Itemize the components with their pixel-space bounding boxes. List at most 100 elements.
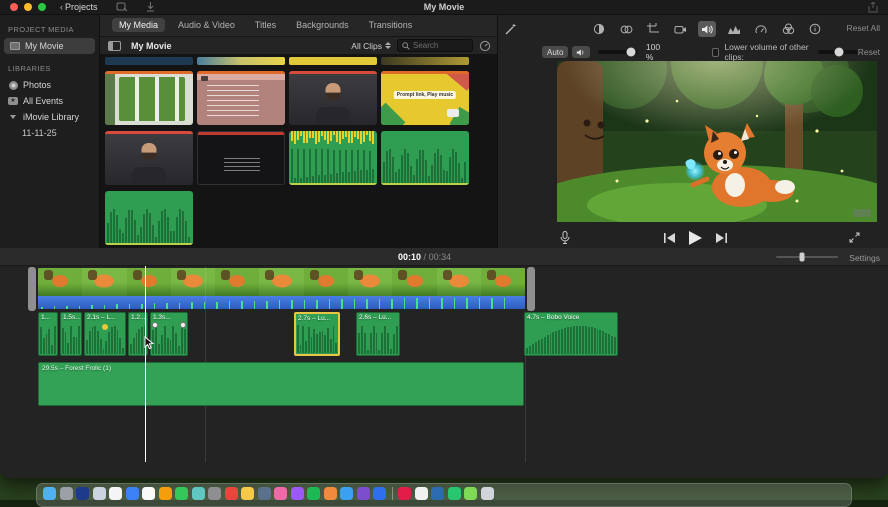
dock-icon-app-green-3[interactable] bbox=[447, 487, 461, 500]
dock-icon-app-photos[interactable] bbox=[142, 487, 155, 500]
fade-handle-left[interactable] bbox=[152, 322, 158, 328]
audio-clip-7[interactable]: 2.6s – Lu... bbox=[356, 312, 400, 356]
media-thumbnail-notes[interactable] bbox=[197, 71, 285, 125]
media-thumbnail-terminal[interactable] bbox=[197, 131, 285, 185]
tab-backgrounds[interactable]: Backgrounds bbox=[289, 18, 356, 32]
playhead[interactable] bbox=[145, 266, 146, 462]
audio-clip-1[interactable]: 1... bbox=[38, 312, 58, 356]
dock-icon-app-gray-2[interactable] bbox=[208, 487, 221, 500]
mute-button[interactable] bbox=[572, 46, 591, 58]
dock-icon-app-blue-2[interactable] bbox=[125, 487, 139, 500]
dock-icon-app-slate[interactable] bbox=[257, 487, 271, 500]
lower-volume-checkbox[interactable] bbox=[711, 47, 720, 57]
dock-icon-app-gray-1[interactable] bbox=[59, 487, 73, 500]
color-filters-icon[interactable] bbox=[779, 21, 797, 37]
dock-icon-app-purple[interactable] bbox=[290, 487, 304, 500]
timeline-settings-button[interactable]: Settings bbox=[849, 253, 880, 263]
dock-icon-app-blue-5[interactable] bbox=[431, 487, 444, 500]
dock-icon-app-calendar[interactable] bbox=[109, 487, 122, 500]
dock-icon-app-green-2[interactable] bbox=[307, 487, 320, 500]
dock-icon-app-pink[interactable] bbox=[274, 487, 287, 500]
volume-slider-knob[interactable] bbox=[626, 47, 636, 57]
enhance-wand-icon[interactable] bbox=[504, 23, 517, 36]
audio-clip-5[interactable]: 1.3s... bbox=[150, 312, 188, 356]
background-music-clip[interactable]: 29.5s – Forest Frolic (1) bbox=[38, 362, 524, 406]
dock-icon-app-light[interactable] bbox=[92, 487, 106, 500]
tab-audio-video[interactable]: Audio & Video bbox=[171, 18, 242, 32]
dock-icon-app-blue-1[interactable] bbox=[43, 487, 56, 500]
sidebar-item-all-events[interactable]: ★ All Events bbox=[0, 93, 99, 109]
volume-slider[interactable] bbox=[598, 47, 638, 57]
trim-handle-right[interactable] bbox=[527, 267, 535, 311]
search-input[interactable] bbox=[413, 41, 471, 50]
media-thumbnail-webpage[interactable] bbox=[105, 71, 193, 125]
dock-icon-app-white[interactable] bbox=[414, 487, 428, 500]
audio-clip-8[interactable]: 4.7s – Bobo Voice bbox=[524, 312, 618, 356]
media-thumbnail-slide[interactable]: Prompt link, Play music bbox=[381, 71, 469, 125]
timeline-zoom-thumb[interactable] bbox=[799, 252, 805, 262]
previous-frame-button[interactable] bbox=[664, 232, 675, 243]
media-thumbnail-partial-4[interactable] bbox=[381, 57, 469, 65]
clip-skim-button[interactable] bbox=[479, 40, 491, 52]
media-thumbnail-audio[interactable] bbox=[105, 191, 193, 245]
dock-icon-app-orange-1[interactable] bbox=[158, 487, 172, 500]
auto-volume-button[interactable]: Auto bbox=[542, 46, 569, 58]
sidebar-item-date-folder[interactable]: 11-11-25 bbox=[0, 125, 99, 141]
sidebar-item-photos[interactable]: Photos bbox=[0, 77, 99, 93]
voiceover-mic-button[interactable] bbox=[560, 231, 570, 244]
sidebar-item-my-movie[interactable]: My Movie bbox=[4, 38, 95, 54]
sidebar-toggle-icon[interactable] bbox=[108, 40, 121, 51]
video-clip-filmstrip[interactable] bbox=[38, 268, 525, 296]
fade-handle-right[interactable] bbox=[180, 322, 186, 328]
media-thumbnail-audio-hot[interactable] bbox=[289, 131, 377, 185]
media-thumbnail-person[interactable] bbox=[105, 131, 193, 185]
share-icon[interactable] bbox=[868, 2, 878, 13]
stabilization-icon[interactable] bbox=[671, 21, 689, 37]
media-thumbnail-partial-2[interactable] bbox=[197, 57, 285, 65]
next-frame-button[interactable] bbox=[716, 232, 727, 243]
tab-titles[interactable]: Titles bbox=[248, 18, 283, 32]
media-thumbnail-person[interactable] bbox=[289, 71, 377, 125]
media-thumbnail-partial-3[interactable] bbox=[289, 57, 377, 65]
play-button[interactable] bbox=[689, 230, 702, 245]
dock-icon-app-red-1[interactable] bbox=[224, 487, 238, 500]
dock-icon-app-yellow[interactable] bbox=[241, 487, 254, 500]
speed-icon[interactable] bbox=[752, 21, 770, 37]
trim-handle-left[interactable] bbox=[28, 267, 36, 311]
dock-icon-app-blue-4[interactable] bbox=[373, 487, 386, 500]
timeline-zoom-slider[interactable] bbox=[776, 252, 838, 262]
media-thumbnail-partial-1[interactable] bbox=[105, 57, 193, 65]
dock-icon-trash[interactable] bbox=[480, 487, 494, 500]
dock-icon-app-teal[interactable] bbox=[191, 487, 205, 500]
fullscreen-icon[interactable] bbox=[849, 232, 860, 243]
dock-icon-app-imovie[interactable] bbox=[356, 487, 370, 500]
dock-icon-app-red-2[interactable] bbox=[398, 487, 411, 500]
lower-volume-slider[interactable] bbox=[818, 47, 858, 57]
dock-icon-app-green-4[interactable] bbox=[464, 487, 477, 500]
noise-reduction-icon[interactable] bbox=[725, 21, 743, 37]
audio-clip-3[interactable]: 2.1s – L... bbox=[84, 312, 126, 356]
color-correction-icon[interactable] bbox=[617, 21, 635, 37]
tab-my-media[interactable]: My Media bbox=[112, 18, 166, 32]
volume-icon[interactable] bbox=[698, 21, 716, 37]
audio-clip-2[interactable]: 1.5s... bbox=[60, 312, 82, 356]
reset-all-button[interactable]: Reset All bbox=[846, 23, 880, 33]
audio-clip-6[interactable]: 2.7s – Lu... bbox=[294, 312, 340, 356]
reset-button[interactable]: Reset bbox=[858, 47, 880, 57]
color-balance-icon[interactable] bbox=[590, 21, 608, 37]
search-field[interactable] bbox=[397, 39, 473, 52]
sidebar-item-imovie-library[interactable]: iMovie Library bbox=[0, 109, 99, 125]
video-audio-waveform[interactable] bbox=[38, 296, 525, 309]
dock-icon-app-orange-2[interactable] bbox=[323, 487, 337, 500]
crop-icon[interactable] bbox=[644, 21, 662, 37]
dock-icon-app-navy[interactable] bbox=[76, 487, 89, 500]
dock-icon-app-green-1[interactable] bbox=[175, 487, 188, 500]
chevron-down-icon[interactable] bbox=[8, 112, 18, 122]
volume-keyframe-dot[interactable] bbox=[102, 324, 108, 330]
dock-icon-app-blue-3[interactable] bbox=[340, 487, 353, 500]
lower-volume-knob[interactable] bbox=[834, 47, 844, 57]
clip-filter-dropdown[interactable]: All Clips bbox=[351, 41, 391, 51]
clip-info-icon[interactable] bbox=[806, 21, 824, 37]
media-thumbnail-audio[interactable] bbox=[381, 131, 469, 185]
tab-transitions[interactable]: Transitions bbox=[362, 18, 420, 32]
